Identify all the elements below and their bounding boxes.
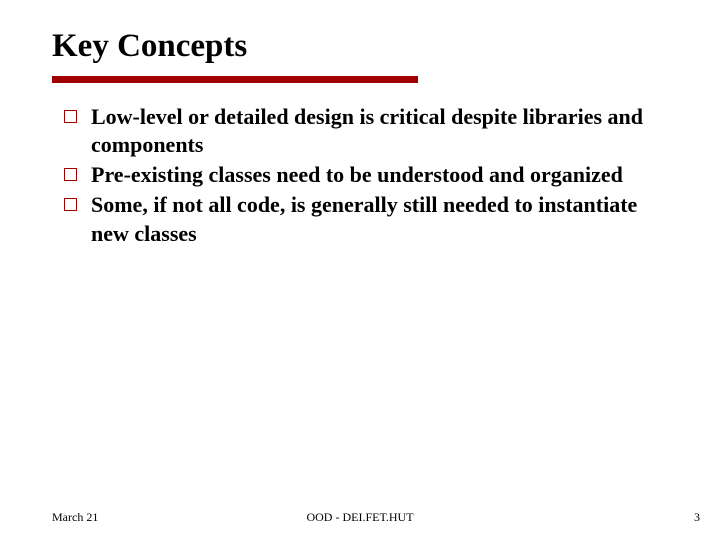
bullet-text: Some, if not all code, is generally stil… — [91, 191, 670, 247]
footer-page-number: 3 — [694, 510, 700, 525]
list-item: Pre-existing classes need to be understo… — [64, 161, 670, 189]
checkbox-bullet-icon — [64, 168, 77, 181]
bullet-text: Pre-existing classes need to be understo… — [91, 161, 623, 189]
list-item: Some, if not all code, is generally stil… — [64, 191, 670, 247]
content-area: Low-level or detailed design is critical… — [0, 83, 720, 248]
footer-center-text: OOD - DEI.FET.HUT — [0, 510, 720, 525]
footer: March 21 OOD - DEI.FET.HUT 3 — [0, 510, 720, 525]
footer-date: March 21 — [52, 510, 98, 525]
list-item: Low-level or detailed design is critical… — [64, 103, 670, 159]
checkbox-bullet-icon — [64, 198, 77, 211]
page-title: Key Concepts — [52, 28, 720, 65]
title-underline — [52, 76, 418, 83]
title-section: Key Concepts — [0, 0, 720, 65]
bullet-text: Low-level or detailed design is critical… — [91, 103, 670, 159]
checkbox-bullet-icon — [64, 110, 77, 123]
